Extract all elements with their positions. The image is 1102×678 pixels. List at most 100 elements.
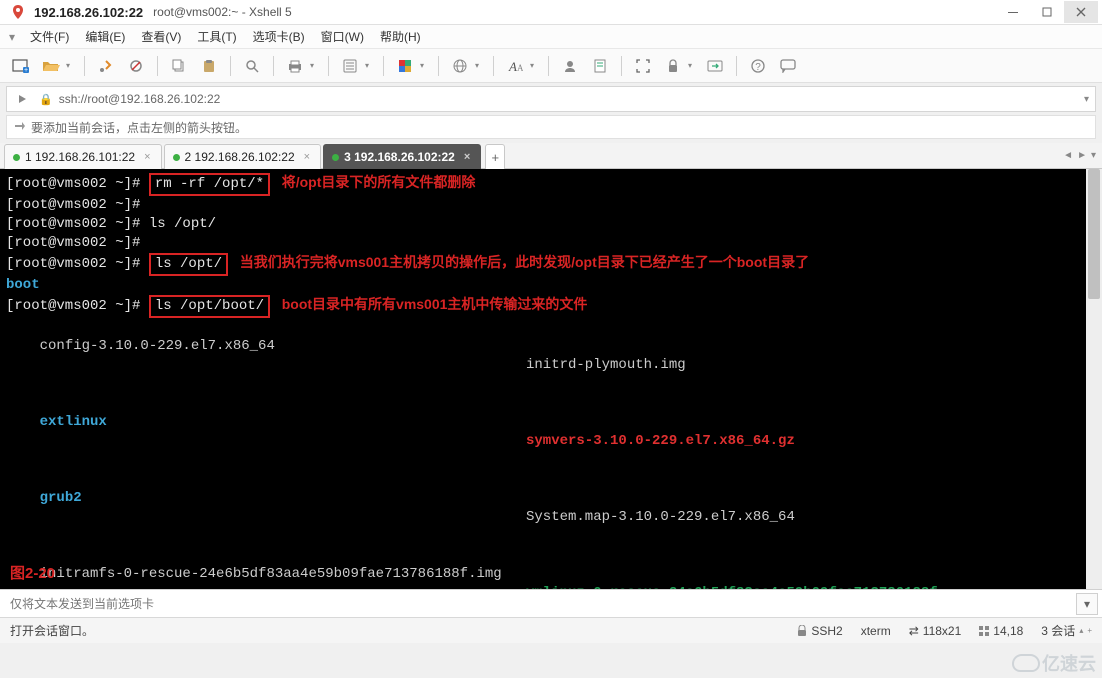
session-tab-3[interactable]: 3 192.168.26.102:22 ×: [323, 144, 481, 169]
status-term-type: xterm: [861, 624, 891, 638]
properties-icon[interactable]: [337, 53, 363, 79]
window-subtitle: root@vms002:~ - Xshell 5: [153, 5, 292, 19]
dropdown-icon[interactable]: ▾: [475, 61, 485, 70]
lock-small-icon: 🔒: [39, 93, 53, 106]
open-session-icon[interactable]: [38, 53, 64, 79]
svg-text:A: A: [508, 59, 517, 73]
dropdown-icon[interactable]: ▾: [365, 61, 375, 70]
annotation-2-text: 当我们执行完将vms001主机拷贝的操作后，此时发现/opt目录下已经产生了一个…: [240, 254, 809, 270]
find-icon[interactable]: [239, 53, 265, 79]
file-systemmap: System.map-3.10.0-229.el7.x86_64: [526, 508, 795, 527]
copy-icon[interactable]: [166, 53, 192, 79]
menu-file[interactable]: 文件(F): [30, 28, 69, 45]
script-icon[interactable]: [587, 53, 613, 79]
send-input[interactable]: [4, 593, 1076, 615]
terminal[interactable]: [root@vms002 ~]# rm -rf /opt/* 将/opt目录下的…: [0, 169, 1102, 589]
paste-icon[interactable]: [196, 53, 222, 79]
terminal-scrollbar[interactable]: [1086, 169, 1102, 589]
color-scheme-icon[interactable]: [392, 53, 418, 79]
close-button[interactable]: [1064, 1, 1098, 23]
lock-icon[interactable]: [660, 53, 686, 79]
tab-list-icon[interactable]: ▾: [1091, 150, 1096, 161]
tab-nav: ◄ ► ▾: [1057, 143, 1102, 168]
menu-help[interactable]: 帮助(H): [380, 28, 421, 45]
annotation-3-text: boot目录中有所有vms001主机中传输过来的文件: [282, 296, 588, 312]
menu-tabs[interactable]: 选项卡(B): [253, 28, 305, 45]
command-ls: ls /opt/: [149, 216, 216, 232]
new-tab-button[interactable]: +: [485, 144, 505, 169]
menu-edit[interactable]: 编辑(E): [85, 28, 125, 45]
dropdown-icon[interactable]: ▾: [688, 61, 698, 70]
titlebar: 192.168.26.102:22 root@vms002:~ - Xshell…: [0, 0, 1102, 25]
reconnect-icon[interactable]: [93, 53, 119, 79]
output-boot: boot: [6, 277, 40, 293]
file-extlinux: extlinux: [40, 414, 107, 430]
menu-window[interactable]: 窗口(W): [321, 28, 364, 45]
help-icon[interactable]: ?: [745, 53, 771, 79]
highlighted-command-1: rm -rf /opt/*: [149, 173, 270, 196]
minimize-button[interactable]: [996, 1, 1030, 23]
scrollbar-thumb[interactable]: [1088, 169, 1100, 299]
info-text: 要添加当前会话，点击左侧的箭头按钮。: [31, 119, 247, 136]
status-bar: 打开会话窗口。 SSH2 xterm ⇄ 118x21 14,18 3 会话 ▴…: [0, 617, 1102, 643]
status-dot-icon: [332, 154, 339, 161]
user-icon[interactable]: [557, 53, 583, 79]
tab-close-icon[interactable]: ×: [144, 151, 150, 163]
toolbar: + ▾ ▾ ▾ ▾ ▾ AA ▾ ▾ ?: [0, 49, 1102, 83]
transfer-icon[interactable]: [702, 53, 728, 79]
disconnect-icon[interactable]: [123, 53, 149, 79]
fullscreen-icon[interactable]: [630, 53, 656, 79]
session-tab-1[interactable]: 1 192.168.26.101:22 ×: [4, 144, 162, 169]
dropdown-icon[interactable]: ▾: [310, 61, 320, 70]
tab-label: 3 192.168.26.102:22: [344, 150, 455, 164]
globe-icon[interactable]: [447, 53, 473, 79]
file-initrd: initrd-plymouth.img: [526, 356, 686, 375]
info-arrow-icon[interactable]: [13, 120, 31, 135]
separator: [548, 56, 549, 76]
font-icon[interactable]: AA: [502, 53, 528, 79]
app-logo-icon: [10, 4, 26, 20]
tab-close-icon[interactable]: ×: [464, 151, 470, 163]
tab-prev-icon[interactable]: ◄: [1063, 150, 1073, 161]
print-icon[interactable]: [282, 53, 308, 79]
add-session-arrow-icon[interactable]: [13, 89, 33, 109]
cloud-icon: [1012, 654, 1040, 672]
dropdown-icon[interactable]: ▾: [66, 61, 76, 70]
separator: [273, 56, 274, 76]
status-ssh: SSH2: [797, 624, 842, 638]
address-dropdown-icon[interactable]: ▾: [1084, 94, 1089, 105]
prompt: [root@vms002 ~]#: [6, 235, 149, 251]
annotation-1-text: 将/opt目录下的所有文件都删除: [282, 174, 476, 190]
separator: [328, 56, 329, 76]
new-session-icon[interactable]: +: [8, 53, 34, 79]
status-dot-icon: [13, 154, 20, 161]
address-url[interactable]: ssh://root@192.168.26.102:22: [59, 92, 1084, 106]
tab-label: 1 192.168.26.101:22: [25, 150, 135, 164]
send-mode-dropdown[interactable]: ▾: [1076, 593, 1098, 615]
highlighted-command-2: ls /opt/: [149, 253, 228, 276]
menu-dropdown-icon[interactable]: ▾: [6, 30, 18, 44]
maximize-button[interactable]: [1030, 1, 1064, 23]
menu-view[interactable]: 查看(V): [141, 28, 181, 45]
menu-tools[interactable]: 工具(T): [197, 28, 236, 45]
status-sessions[interactable]: 3 会话 ▴ +: [1041, 622, 1092, 639]
file-config: config-3.10.0-229.el7.x86_64: [40, 338, 275, 354]
tab-bar: 1 192.168.26.101:22 × 2 192.168.26.102:2…: [0, 143, 1102, 169]
dropdown-icon[interactable]: ▾: [420, 61, 430, 70]
tab-label: 2 192.168.26.102:22: [185, 150, 295, 164]
separator: [438, 56, 439, 76]
prompt: [root@vms002 ~]#: [6, 298, 149, 314]
status-cursor-pos: 14,18: [979, 624, 1023, 638]
chat-icon[interactable]: [775, 53, 801, 79]
dropdown-icon[interactable]: ▾: [530, 61, 540, 70]
session-tab-2[interactable]: 2 192.168.26.102:22 ×: [164, 144, 322, 169]
chevron-down-icon: ▴: [1079, 626, 1083, 635]
separator: [84, 56, 85, 76]
file-symvers: symvers-3.10.0-229.el7.x86_64.gz: [526, 432, 795, 451]
tab-close-icon[interactable]: ×: [304, 151, 310, 163]
figure-label: 图2-20: [10, 564, 55, 583]
status-message: 打开会话窗口。: [10, 622, 94, 639]
file-initramfs-rescue: initramfs-0-rescue-24e6b5df83aa4e59b09fa…: [40, 566, 502, 582]
highlighted-command-3: ls /opt/boot/: [149, 295, 270, 318]
tab-next-icon[interactable]: ►: [1077, 150, 1087, 161]
